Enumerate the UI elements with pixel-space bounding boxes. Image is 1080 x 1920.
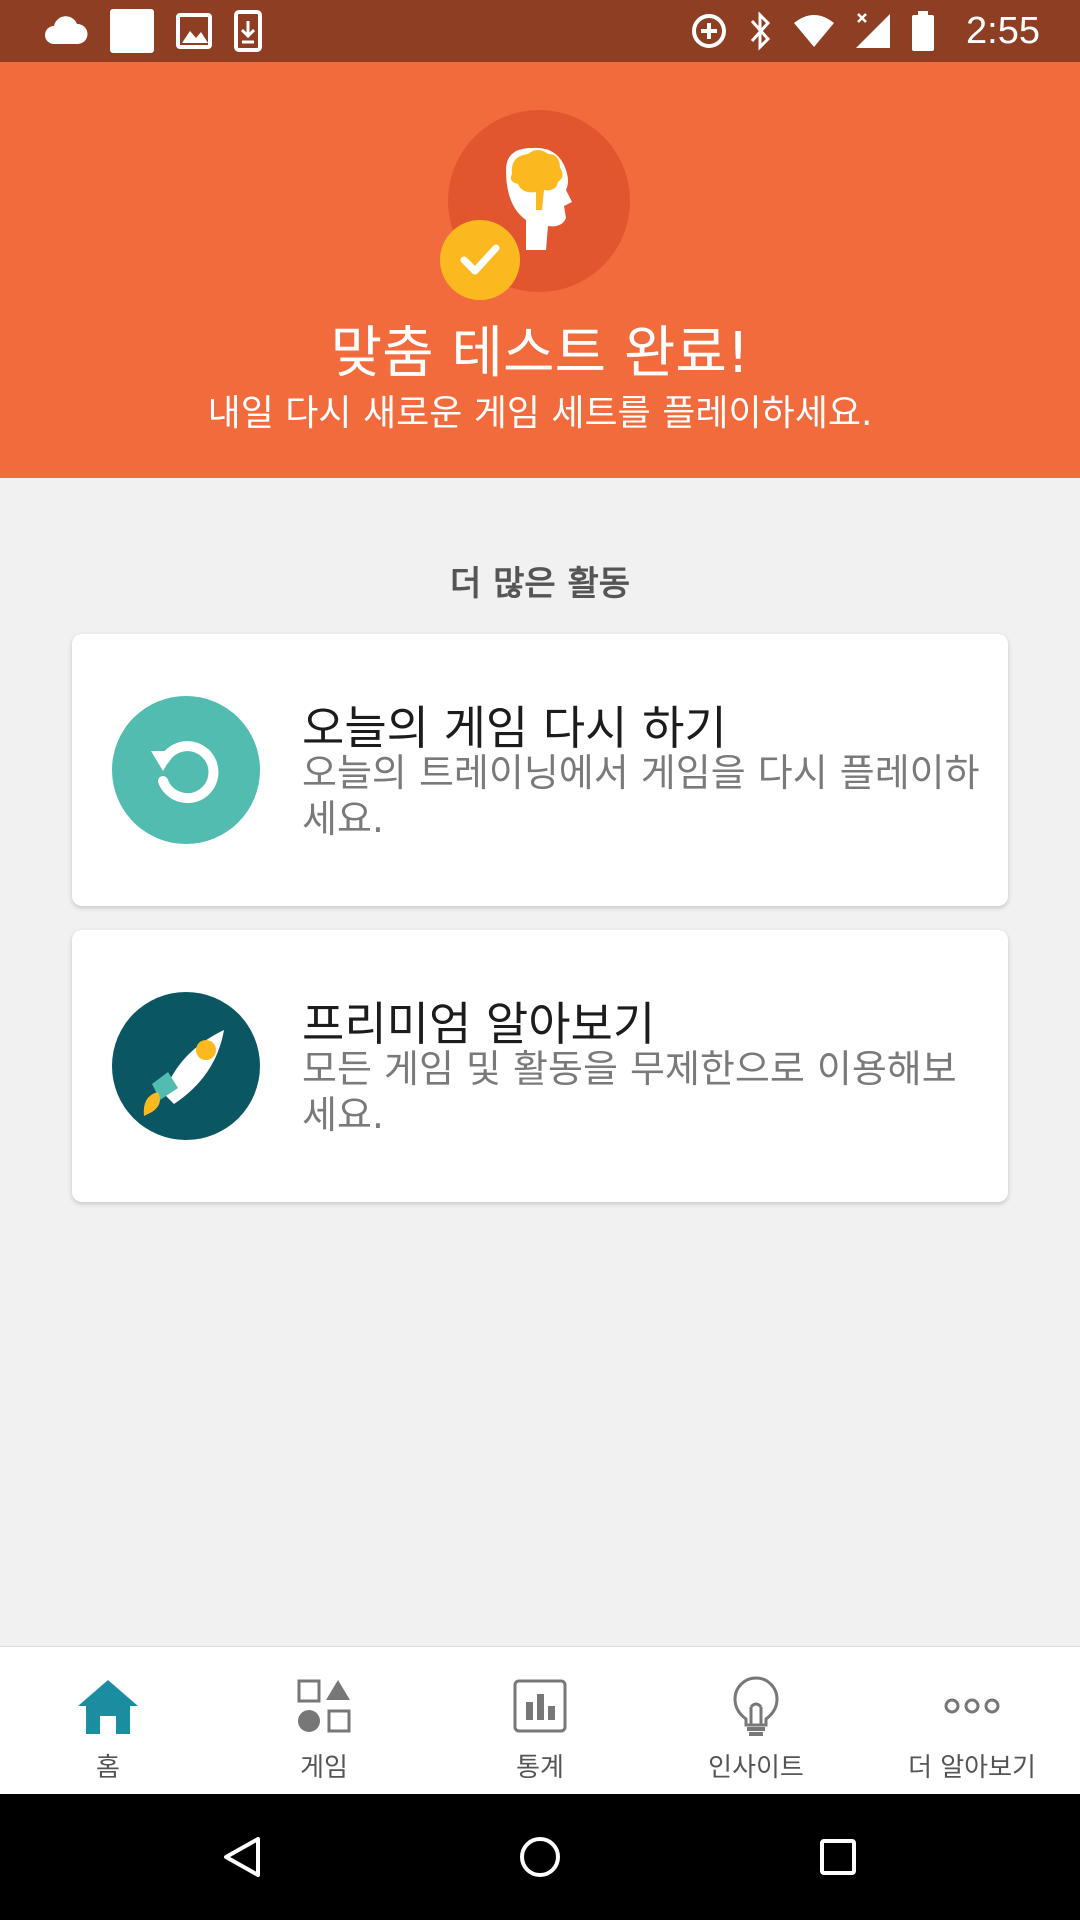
status-bar: 2:55 <box>0 0 1080 62</box>
replay-icon <box>151 741 219 804</box>
games-icon <box>297 1679 351 1733</box>
card-title: 프리미엄 알아보기 <box>302 997 656 1051</box>
nav-label: 홈 <box>96 1753 120 1783</box>
nav-insights[interactable]: 인사이트 <box>648 1647 864 1794</box>
nav-home[interactable]: 홈 <box>0 1647 216 1794</box>
check-badge <box>440 220 520 300</box>
card-description: 모든 게임 및 활동을 무제한으로 이용해보세요. <box>302 1047 957 1137</box>
card-description: 오늘의 트레이닝에서 게임을 다시 플레이하세요. <box>302 751 980 841</box>
replay-games-card[interactable]: 오늘의 게임 다시 하기 오늘의 트레이닝에서 게임을 다시 플레이하세요. <box>72 634 1008 906</box>
section-label: 더 많은 활동 <box>449 564 631 604</box>
nav-stats[interactable]: 통계 <box>432 1647 648 1794</box>
image-icon <box>176 13 212 49</box>
rocket-icon <box>143 1030 224 1116</box>
nav-label: 더 알아보기 <box>908 1753 1036 1783</box>
recents-icon <box>820 1839 856 1875</box>
home-icon <box>78 1680 138 1734</box>
nav-label: 게임 <box>300 1753 348 1783</box>
check-icon <box>460 244 500 275</box>
bottom-navigation: 홈 게임 통계 인사이트 더 알아보기 <box>0 1646 1080 1794</box>
card-title: 오늘의 게임 다시 하기 <box>302 701 727 755</box>
premium-card[interactable]: 프리미엄 알아보기 모든 게임 및 활동을 무제한으로 이용해보세요. <box>72 930 1008 1202</box>
stats-icon <box>513 1679 567 1733</box>
more-icon <box>944 1698 1000 1714</box>
header-subtitle: 내일 다시 새로운 게임 세트를 플레이하세요. <box>207 393 873 434</box>
battery-icon <box>912 11 935 51</box>
download-icon <box>234 10 262 52</box>
replay-icon-circle <box>112 696 260 844</box>
header-title: 맞춤 테스트 완료! <box>330 321 750 386</box>
signal-icon <box>856 13 891 48</box>
home-circle-icon <box>520 1837 560 1877</box>
nav-label: 통계 <box>516 1753 564 1783</box>
recents-button[interactable] <box>808 1827 868 1887</box>
app-logo <box>440 110 630 300</box>
nav-games[interactable]: 게임 <box>216 1647 432 1794</box>
data-saver-icon <box>692 14 727 48</box>
blank-square-icon <box>110 9 154 53</box>
back-button[interactable] <box>212 1827 272 1887</box>
system-navigation-bar <box>0 1794 1080 1920</box>
bluetooth-icon <box>750 11 771 51</box>
cloud-icon <box>45 16 88 44</box>
nav-more[interactable]: 더 알아보기 <box>864 1647 1080 1794</box>
back-icon <box>224 1837 260 1877</box>
nav-label: 인사이트 <box>708 1753 804 1783</box>
lightbulb-icon <box>733 1676 779 1736</box>
header-banner: 맞춤 테스트 완료! 내일 다시 새로운 게임 세트를 플레이하세요. <box>0 62 1080 478</box>
home-button[interactable] <box>510 1827 570 1887</box>
status-time: 2:55 <box>966 9 1040 52</box>
wifi-icon <box>794 15 835 47</box>
rocket-icon-circle <box>112 992 260 1140</box>
